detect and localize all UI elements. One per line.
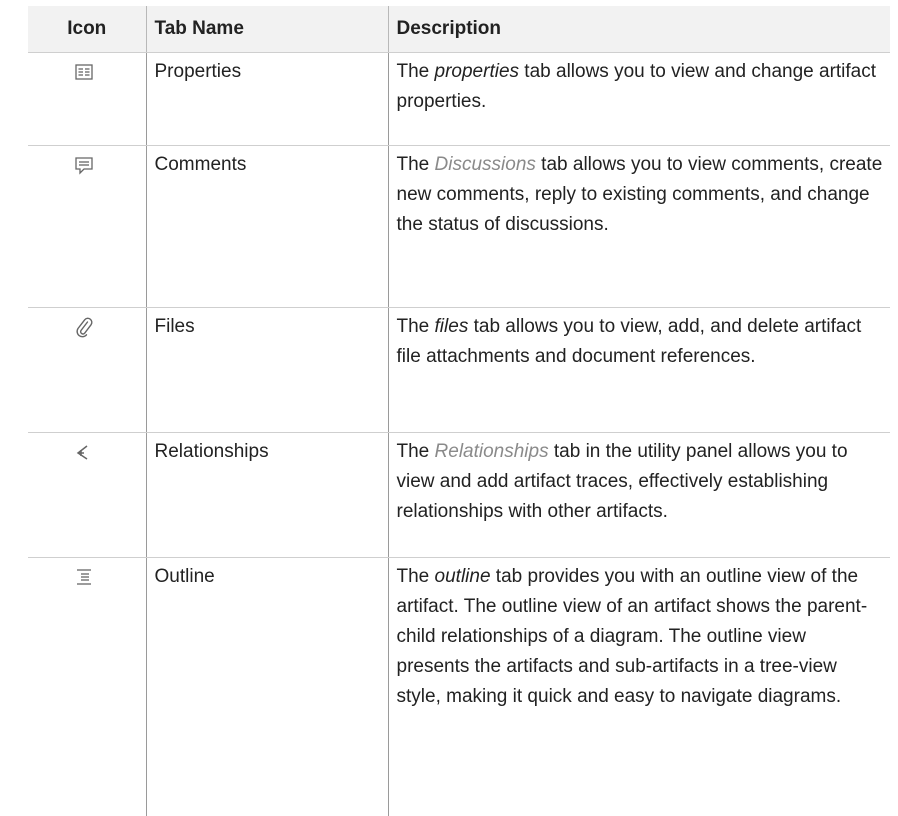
description-emphasis: Relationships <box>434 441 549 462</box>
description-emphasis: properties <box>434 61 520 82</box>
paperclip-icon <box>73 316 95 338</box>
tab-name-cell: Comments <box>145 145 388 308</box>
utility-panel-tabs-table: Icon Tab Name Description Properties The… <box>28 6 890 816</box>
table-row: Properties The properties tab allows you… <box>28 52 890 146</box>
icon-cell <box>28 52 146 146</box>
description-suffix: tab provides you with an outline view of… <box>396 566 868 707</box>
table-row: Outline The outline tab provides you wit… <box>28 557 890 816</box>
description-cell: The Relationships tab in the utility pan… <box>387 432 890 558</box>
description-prefix: The <box>396 154 435 175</box>
tab-name-cell: Relationships <box>145 432 388 558</box>
description-prefix: The <box>396 566 435 587</box>
icon-cell <box>28 145 146 308</box>
icon-cell <box>28 307 146 433</box>
description-cell: The outline tab provides you with an out… <box>387 557 890 816</box>
description-prefix: The <box>396 316 435 337</box>
description-prefix: The <box>396 61 435 82</box>
description-cell: The files tab allows you to view, add, a… <box>387 307 890 433</box>
header-description: Description <box>387 6 890 53</box>
header-icon: Icon <box>28 6 146 53</box>
icon-cell <box>28 432 146 558</box>
table-row: Comments The Discussions tab allows you … <box>28 145 890 308</box>
comments-icon <box>73 154 95 176</box>
header-row: Icon Tab Name Description <box>28 6 890 53</box>
description-emphasis: files <box>434 316 469 337</box>
tab-name-cell: Files <box>145 307 388 433</box>
relationships-icon <box>73 441 95 463</box>
table-row: Relationships The Relationships tab in t… <box>28 432 890 558</box>
description-emphasis: outline <box>434 566 491 587</box>
description-emphasis: Discussions <box>434 154 536 175</box>
tab-name-cell: Outline <box>145 557 388 816</box>
icon-cell <box>28 558 146 816</box>
header-tab-name: Tab Name <box>145 6 388 53</box>
description-cell: The properties tab allows you to view an… <box>387 52 890 146</box>
tab-name-cell: Properties <box>145 52 388 146</box>
outline-icon <box>73 566 95 588</box>
description-cell: The Discussions tab allows you to view c… <box>387 145 890 308</box>
properties-icon <box>73 61 95 83</box>
table-row: Files The files tab allows you to view, … <box>28 307 890 433</box>
description-prefix: The <box>396 441 435 462</box>
